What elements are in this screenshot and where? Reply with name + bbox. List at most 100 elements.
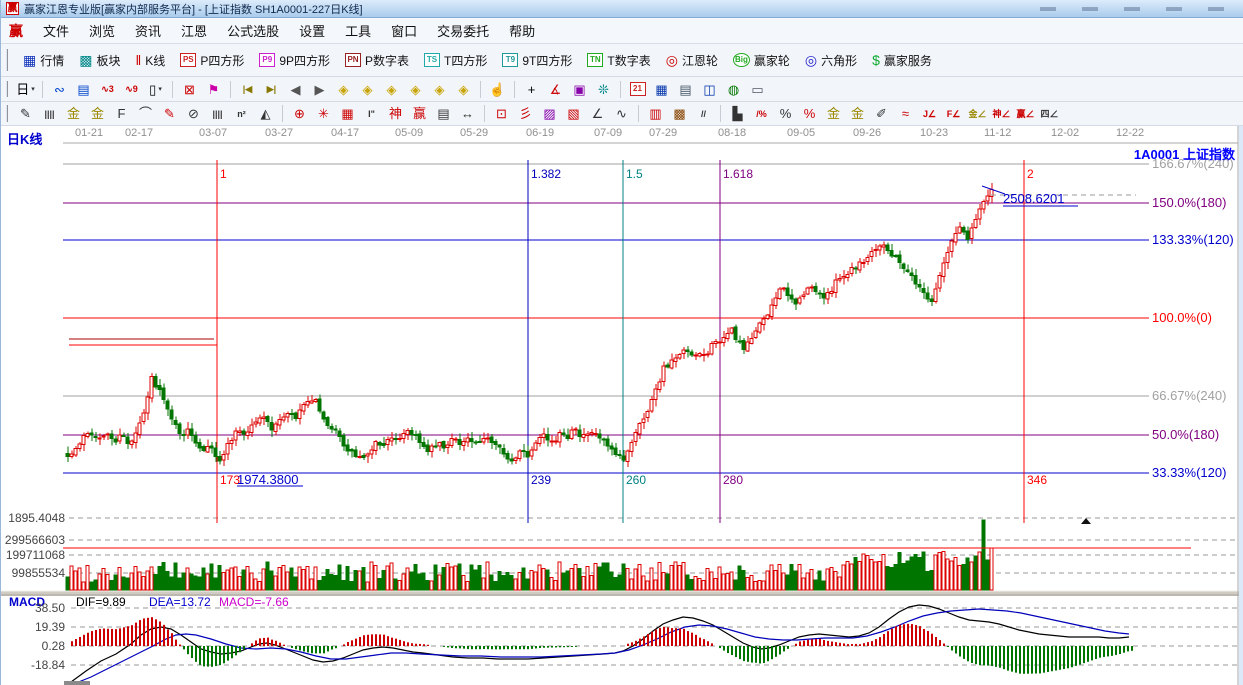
shen-angle-tool-button[interactable]: 神∠: [990, 104, 1013, 124]
j-angle-tool-button[interactable]: J∠: [918, 104, 941, 124]
winner-wheel-button[interactable]: Big赢家轮: [728, 49, 795, 72]
n-square-tool-button[interactable]: n²: [230, 104, 253, 124]
period-label[interactable]: 日K线: [7, 129, 42, 148]
hand-tool-button[interactable]: ☝: [486, 79, 509, 99]
diamond-compress-h-button[interactable]: ◈: [404, 79, 427, 99]
menu-item-file[interactable]: 文件: [33, 18, 79, 43]
nav-last-button-button[interactable]: ▶|: [260, 79, 283, 99]
candlestick-series[interactable]: [66, 183, 993, 467]
nav-first-button-button[interactable]: |◀: [236, 79, 259, 99]
gann-grid-button[interactable]: ▦: [336, 104, 359, 124]
zigzag-tool-button[interactable]: ∿: [610, 104, 633, 124]
menu-item-gann[interactable]: 江恩: [171, 18, 217, 43]
percent-tool-button[interactable]: %: [774, 104, 797, 124]
circle-cycle-tool-button[interactable]: ⊘: [182, 104, 205, 124]
gold-circle-tool-button[interactable]: 金: [822, 104, 845, 124]
gann-wheel-button[interactable]: ◎江恩轮: [661, 49, 723, 72]
calculator-tool-button[interactable]: ▦: [650, 79, 673, 99]
menu-item-settings[interactable]: 设置: [289, 18, 335, 43]
gold-bar-tool-button[interactable]: 金: [846, 104, 869, 124]
draw-pencil-button[interactable]: ✎: [14, 104, 37, 124]
profile-flag-tool-button[interactable]: ⚑: [202, 79, 225, 99]
nav-prev-button-button[interactable]: ◀: [284, 79, 307, 99]
save-tool-button[interactable]: ◫: [698, 79, 721, 99]
red-net-tool-button[interactable]: ▥: [644, 104, 667, 124]
brush-flag-tool-button[interactable]: ✐: [870, 104, 893, 124]
fibo-f-tool-button[interactable]: F: [110, 104, 133, 124]
menu-item-formula-stock-pick[interactable]: 公式选股: [217, 18, 289, 43]
stat-bars-tool-button[interactable]: ▙: [726, 104, 749, 124]
toolbar-grip[interactable]: [6, 49, 9, 71]
gann-web-button[interactable]: ✳: [312, 104, 335, 124]
network-tool-button[interactable]: ◍: [722, 79, 745, 99]
select-box-tool-button[interactable]: ⊡: [490, 104, 513, 124]
print-tool-button[interactable]: ▭: [746, 79, 769, 99]
diamond-expand-all-button[interactable]: ◈: [428, 79, 451, 99]
kline-button[interactable]: ‖K线: [131, 49, 171, 72]
titlebar[interactable]: 赢 赢家江恩专业版[赢家内部服务平台] - [上证指数 SH1A0001-227…: [1, 0, 1243, 18]
t-number-table-button[interactable]: TNT数字表: [582, 49, 655, 72]
quotes-button[interactable]: ▦行情: [18, 49, 69, 72]
ray-fan-tool-button[interactable]: 彡: [514, 104, 537, 124]
p-number-table-button[interactable]: PNP数字表: [340, 49, 414, 72]
width-measure-button[interactable]: ↔: [456, 104, 479, 124]
time-comb-button[interactable]: ||||: [38, 104, 61, 124]
gold-gate-a-button[interactable]: 金: [62, 104, 85, 124]
hexagon-button[interactable]: ◎六角形: [800, 49, 862, 72]
menu-item-news[interactable]: 资讯: [125, 18, 171, 43]
cross-grid-tool-button[interactable]: ▧: [562, 104, 585, 124]
kline-period-dropdown-button[interactable]: 日▾: [14, 79, 37, 99]
ying-angle-tool-button[interactable]: 赢∠: [1014, 104, 1037, 124]
diamond-expand-h-button[interactable]: ◈: [380, 79, 403, 99]
crosshair-tool-button[interactable]: +: [520, 79, 543, 99]
angle-rays-tool-button[interactable]: ∠: [586, 104, 609, 124]
9t-square-button[interactable]: T99T四方形: [497, 49, 577, 72]
angle-mirror-tool-button[interactable]: ◭: [254, 104, 277, 124]
diamond-shift-right-button[interactable]: ◈: [356, 79, 379, 99]
menu-item-tools[interactable]: 工具: [335, 18, 381, 43]
angle-measure-tool-button[interactable]: ∡: [544, 79, 567, 99]
app-menu-icon[interactable]: 赢: [9, 21, 23, 41]
shen-grid-button[interactable]: 神: [384, 104, 407, 124]
calendar-tool-button[interactable]: 21: [626, 79, 649, 99]
toolbar-grip[interactable]: [6, 105, 9, 121]
ying-grid-button[interactable]: 赢: [408, 104, 431, 124]
time-ruler-button[interactable]: ||||: [206, 104, 229, 124]
kline-chart[interactable]: 166.67%(240)150.0%(180)133.33%(120)100.0…: [1, 126, 1243, 685]
kline-tag-button[interactable]: I": [360, 104, 383, 124]
brown-net-tool-button[interactable]: ▩: [668, 104, 691, 124]
wave-9-tool-button[interactable]: ∿9: [120, 79, 143, 99]
menu-item-window[interactable]: 窗口: [381, 18, 427, 43]
sectors-button[interactable]: ▩板块: [74, 49, 125, 72]
toolbar-grip[interactable]: [6, 81, 9, 98]
candle-type-dropdown-button[interactable]: ▯▾: [144, 79, 167, 99]
report-tool-button[interactable]: ▤: [72, 79, 95, 99]
diamond-shift-left-button[interactable]: ◈: [332, 79, 355, 99]
parallel-lines-tool-button[interactable]: //: [692, 104, 715, 124]
wave-3-tool-button[interactable]: ∿3: [96, 79, 119, 99]
fractal-tool-button[interactable]: ❊: [592, 79, 615, 99]
winner-service-button[interactable]: $赢家服务: [867, 49, 937, 72]
arc-cycle-tool-button[interactable]: ⌒: [134, 104, 157, 124]
gold-angle-tool-button[interactable]: 金∠: [966, 104, 989, 124]
spiral-tool-button[interactable]: ∾: [48, 79, 71, 99]
9p-square-button[interactable]: P99P四方形: [254, 49, 335, 72]
menu-item-help[interactable]: 帮助: [499, 18, 545, 43]
menu-item-trade-commission[interactable]: 交易委托: [427, 18, 499, 43]
menu-item-browse[interactable]: 浏览: [79, 18, 125, 43]
band-wave-tool-button[interactable]: ≈: [894, 104, 917, 124]
ruler-123-button[interactable]: ▤: [432, 104, 455, 124]
gann-box-tool-button[interactable]: ▣: [568, 79, 591, 99]
percent-slash-tool-button[interactable]: /%: [750, 104, 773, 124]
horizontal-scrollbar-thumb[interactable]: [64, 681, 90, 685]
percent-line-tool-button[interactable]: %: [798, 104, 821, 124]
p-square-button[interactable]: PSP四方形: [175, 49, 249, 72]
f-angle-tool-button[interactable]: F∠: [942, 104, 965, 124]
t-square-button[interactable]: TST四方形: [419, 49, 492, 72]
gann-fan-circle-button[interactable]: ⊕: [288, 104, 311, 124]
diamond-compress-all-button[interactable]: ◈: [452, 79, 475, 99]
gold-gate-b-button[interactable]: 金: [86, 104, 109, 124]
notepad-tool-button[interactable]: ▤: [674, 79, 697, 99]
four-angle-tool-button[interactable]: 四∠: [1038, 104, 1061, 124]
purple-grid-tool-button[interactable]: ▨: [538, 104, 561, 124]
